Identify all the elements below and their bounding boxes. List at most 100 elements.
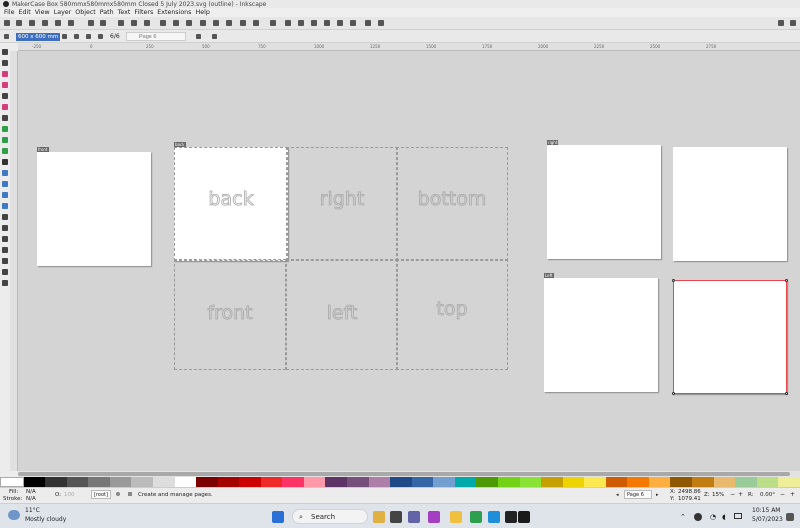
delete-page-icon[interactable]: [212, 34, 217, 39]
menu-path[interactable]: Path: [100, 9, 114, 16]
xml-editor-icon[interactable]: [311, 20, 317, 26]
swatch[interactable]: [584, 477, 606, 487]
swatch[interactable]: [519, 477, 542, 487]
page-right[interactable]: right: [547, 140, 661, 259]
swatch[interactable]: [390, 477, 412, 487]
zoom-out-icon[interactable]: −: [730, 491, 735, 498]
swatch[interactable]: [648, 477, 671, 487]
page-label-input[interactable]: [126, 32, 186, 41]
face-bottom[interactable]: bottom: [396, 147, 508, 261]
duplicate-icon[interactable]: [200, 20, 206, 26]
menu-text[interactable]: Text: [118, 9, 131, 16]
menu-object[interactable]: Object: [75, 9, 96, 16]
snap-toggle-icon[interactable]: [790, 20, 796, 26]
swatch[interactable]: [605, 477, 628, 487]
menu-view[interactable]: View: [35, 9, 50, 16]
rotate-cw-icon[interactable]: +: [790, 491, 795, 498]
commands-menu-icon[interactable]: [778, 20, 784, 26]
menu-filters[interactable]: Filters: [134, 9, 153, 16]
swatch[interactable]: [239, 477, 261, 487]
onedrive-icon[interactable]: [694, 513, 702, 521]
resize-handle-icon[interactable]: [785, 392, 788, 395]
pen-tool-icon[interactable]: [2, 126, 8, 132]
swatch[interactable]: [66, 477, 89, 487]
zoom-page-icon[interactable]: [186, 20, 192, 26]
page-left[interactable]: Left: [544, 273, 658, 392]
fill-stroke-icon[interactable]: [270, 20, 276, 26]
align-icon[interactable]: [324, 20, 330, 26]
battery-icon[interactable]: [734, 513, 742, 519]
wifi-icon[interactable]: ◔: [710, 513, 716, 521]
weather-temp[interactable]: 11°C: [25, 507, 40, 514]
face-front[interactable]: front: [174, 259, 286, 370]
swatch[interactable]: [88, 477, 110, 487]
swatch[interactable]: [692, 477, 714, 487]
swatch[interactable]: [411, 477, 434, 487]
spray-tool-icon[interactable]: [2, 225, 8, 231]
scrollbar-thumb[interactable]: [18, 472, 790, 476]
text-font-icon[interactable]: [285, 20, 291, 26]
face-top[interactable]: top: [396, 259, 508, 370]
preferences-icon[interactable]: [350, 20, 356, 26]
swatch[interactable]: [131, 477, 153, 487]
undo-icon[interactable]: [88, 20, 94, 26]
symbols-icon[interactable]: [337, 20, 343, 26]
swatch[interactable]: [196, 477, 218, 487]
swatch[interactable]: [562, 477, 585, 487]
zoom-value[interactable]: 15%: [712, 492, 724, 498]
swatch[interactable]: [713, 477, 736, 487]
copy-icon[interactable]: [118, 20, 124, 26]
swatch[interactable]: [627, 477, 649, 487]
swatch-none[interactable]: [0, 477, 24, 487]
tweak-tool-icon[interactable]: [2, 214, 8, 220]
swatch[interactable]: [282, 477, 304, 487]
swatch[interactable]: [433, 477, 455, 487]
mesh-tool-icon[interactable]: [2, 181, 8, 187]
dropper-tool-icon[interactable]: [2, 192, 8, 198]
volume-icon[interactable]: ◖: [722, 513, 726, 521]
save-icon[interactable]: [29, 20, 35, 26]
swatch[interactable]: [325, 477, 347, 487]
clock-time[interactable]: 10:15 AM: [752, 507, 780, 514]
selector-tool-icon[interactable]: [2, 49, 8, 55]
swatch[interactable]: [735, 477, 757, 487]
page-next-icon[interactable]: ▸: [656, 492, 659, 498]
vertical-ruler[interactable]: [10, 51, 18, 471]
page-front[interactable]: front: [37, 147, 151, 266]
face-left[interactable]: left: [286, 259, 398, 370]
tray-chevron-icon[interactable]: ⌃: [680, 513, 686, 521]
group-icon[interactable]: [240, 20, 246, 26]
spiral-tool-icon[interactable]: [2, 93, 8, 99]
open-icon[interactable]: [16, 20, 22, 26]
page-select-dropdown[interactable]: Page 6: [624, 490, 652, 499]
page-5[interactable]: [673, 147, 787, 261]
swatch[interactable]: [454, 477, 477, 487]
node-tool-icon[interactable]: [2, 60, 8, 66]
opacity-value[interactable]: 100: [64, 492, 75, 498]
layer-dropdown[interactable]: [root]: [91, 490, 111, 499]
connector-tool-icon[interactable]: [2, 247, 8, 253]
menu-layer[interactable]: Layer: [54, 9, 72, 16]
redo-icon[interactable]: [100, 20, 106, 26]
edge-icon[interactable]: [488, 511, 500, 523]
paint-bucket-tool-icon[interactable]: [2, 203, 8, 209]
orientation-icon[interactable]: [62, 34, 67, 39]
print-icon[interactable]: [42, 20, 48, 26]
swatch[interactable]: [778, 477, 800, 487]
chrome-icon[interactable]: [470, 511, 482, 523]
terminal-icon[interactable]: [505, 511, 517, 523]
swatch[interactable]: [109, 477, 132, 487]
menu-edit[interactable]: Edit: [19, 9, 31, 16]
color-palette[interactable]: [0, 477, 800, 487]
horizontal-ruler[interactable]: -250 0 250 500 750 1000 1250 1500 1750 2…: [18, 43, 800, 51]
rectangle-tool-icon[interactable]: [2, 71, 8, 77]
settings-gear-icon[interactable]: [86, 34, 91, 39]
settings-icon[interactable]: [378, 20, 384, 26]
margin-icon[interactable]: [74, 34, 79, 39]
export-icon[interactable]: [68, 20, 74, 26]
teams-icon[interactable]: [408, 511, 420, 523]
face-back[interactable]: back: [174, 147, 288, 261]
move-objects-icon[interactable]: [98, 34, 103, 39]
start-icon[interactable]: [272, 511, 284, 523]
swatch[interactable]: [476, 477, 498, 487]
